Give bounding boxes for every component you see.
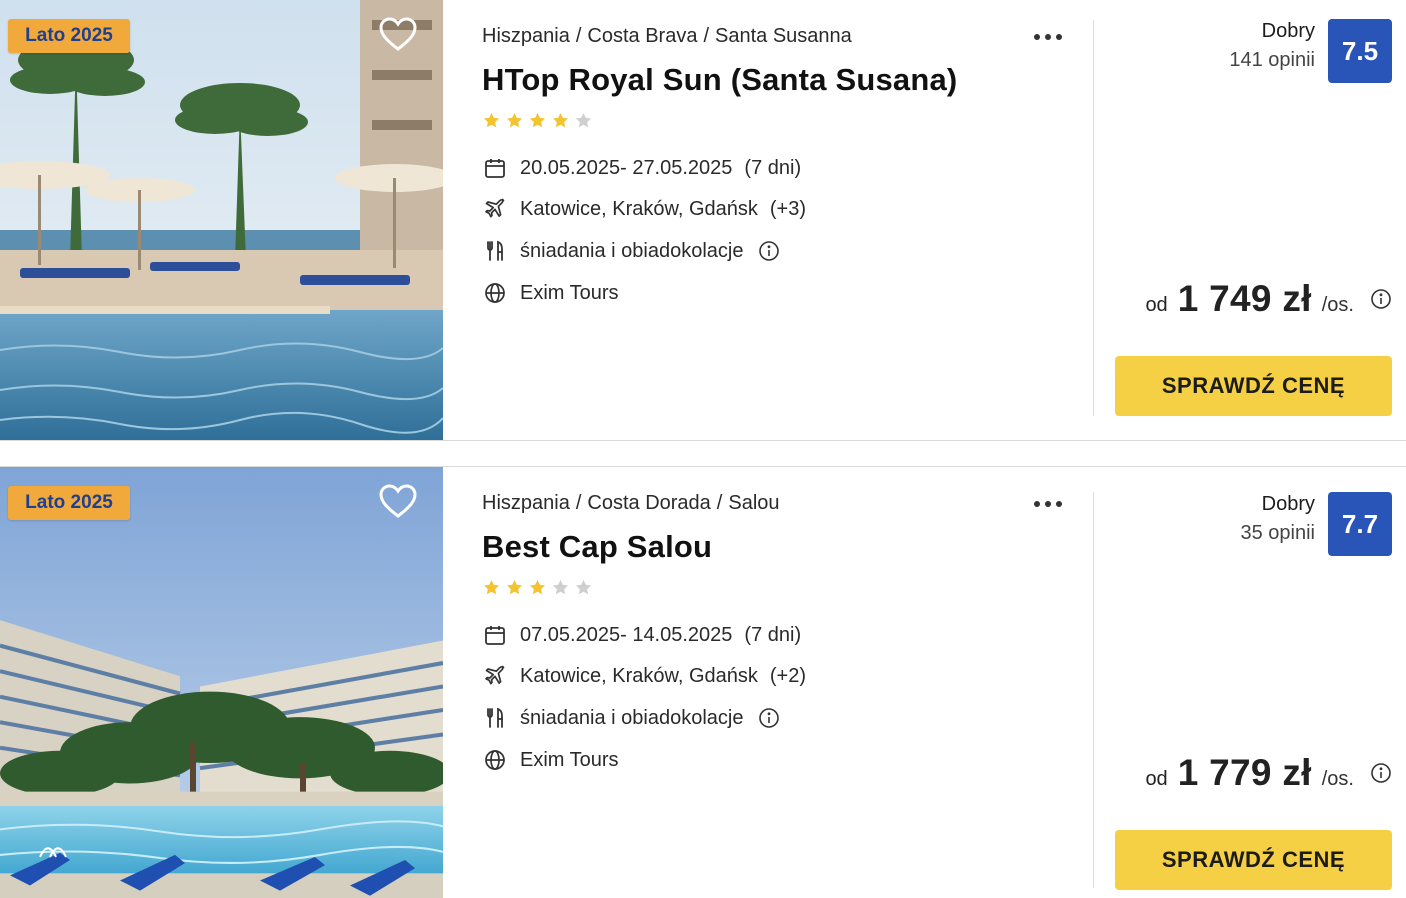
globe-icon [482,747,508,773]
location-breadcrumb: Hiszpania / Costa Brava / Santa Susanna [482,25,852,48]
trip-duration: (7 dni) [744,156,802,179]
rating-summary[interactable]: Dobry 141 opinii [1229,20,1315,72]
rating-label: Dobry [1261,20,1315,42]
price-unit: /os. [1321,768,1354,790]
star-filled-icon [506,579,523,595]
price-prefix: od [1145,768,1168,790]
column-divider [1093,20,1094,416]
operator-row: Exim Tours [482,280,619,306]
breadcrumb-separator: / [575,492,582,514]
airports-row: Katowice, Kraków, Gdańsk (+2) [482,663,806,689]
offer-info: Hiszpania / Costa Dorada / Salou Best Cap Sa… [482,467,1082,887]
info-icon[interactable] [758,240,780,262]
star-filled-icon [483,112,500,128]
price-unit: /os. [1321,294,1354,316]
price-block: od 1 779 zł /os. [1145,752,1392,794]
hotel-photo[interactable] [0,467,443,898]
heart-icon[interactable] [378,15,418,55]
breadcrumb-separator: / [703,25,710,47]
breadcrumb-separator: / [716,492,723,514]
departure-airports: Katowice, Kraków, Gdańsk [520,664,758,687]
hotel-stars [482,111,593,130]
tour-operator: Exim Tours [520,281,619,304]
star-filled-icon [529,112,546,128]
location-country[interactable]: Hiszpania [482,492,570,514]
check-price-button[interactable]: SPRAWDŹ CENĘ [1115,830,1392,890]
globe-icon [482,280,508,306]
offer-list: Lato 2025 Hiszpania / Costa Brava / Santa Su… [0,0,1406,898]
rating-score-badge: 7.7 [1328,492,1392,556]
board-type: śniadania i obiadokolacje [520,239,744,262]
info-icon[interactable] [1370,288,1392,310]
more-options-icon[interactable] [1028,489,1068,519]
heart-icon-shape [379,484,417,518]
more-airports[interactable]: (+3) [770,198,806,221]
board-row: śniadania i obiadokolacje [482,705,780,731]
star-empty-icon [552,579,569,595]
hotel-photo-image [0,0,443,440]
rating-score-badge: 7.5 [1328,19,1392,83]
star-empty-icon [575,112,592,128]
dates-row: 07.05.2025- 14.05.2025 (7 dni) [482,622,801,648]
card-separator [0,440,1406,441]
cutlery-icon [482,705,508,731]
more-options-icon[interactable] [1028,22,1068,52]
rating-label: Dobry [1261,493,1315,515]
offer-info: Hiszpania / Costa Brava / Santa Susanna HTop… [482,0,1082,420]
star-filled-icon [483,579,500,595]
review-count[interactable]: 141 opinii [1229,49,1315,72]
dates-row: 20.05.2025- 27.05.2025 (7 dni) [482,155,801,181]
airplane-icon [482,196,508,222]
offer-card[interactable]: Lato 2025 Hiszpania / Costa Dorada / Salou B… [0,467,1406,898]
tour-operator: Exim Tours [520,748,619,771]
operator-row: Exim Tours [482,747,619,773]
price-block: od 1 749 zł /os. [1145,278,1392,320]
airplane-icon [482,663,508,689]
location-city[interactable]: Salou [728,492,779,514]
hotel-stars [482,578,593,597]
travel-dates: 20.05.2025- 27.05.2025 [520,156,733,179]
offer-card[interactable]: Lato 2025 Hiszpania / Costa Brava / Santa Su… [0,0,1406,440]
info-icon[interactable] [1370,762,1392,784]
hotel-photo-image [0,467,443,898]
calendar-icon [482,622,508,648]
hotel-name[interactable]: HTop Royal Sun (Santa Susana) [482,62,957,98]
travel-dates: 07.05.2025- 14.05.2025 [520,623,733,646]
more-airports[interactable]: (+2) [770,665,806,688]
season-badge: Lato 2025 [8,486,130,520]
location-city[interactable]: Santa Susanna [715,25,852,47]
season-badge: Lato 2025 [8,19,130,53]
location-country[interactable]: Hiszpania [482,25,570,47]
airports-row: Katowice, Kraków, Gdańsk (+3) [482,196,806,222]
heart-icon-shape [379,17,417,51]
heart-icon[interactable] [378,482,418,522]
column-divider [1093,492,1094,888]
price-amount: 1 779 zł [1177,752,1312,793]
info-icon[interactable] [758,707,780,729]
star-empty-icon [575,579,592,595]
cutlery-icon [482,238,508,264]
trip-duration: (7 dni) [744,623,802,646]
star-filled-icon [506,112,523,128]
departure-airports: Katowice, Kraków, Gdańsk [520,197,758,220]
check-price-button[interactable]: SPRAWDŹ CENĘ [1115,356,1392,416]
board-row: śniadania i obiadokolacje [482,238,780,264]
star-filled-icon [552,112,569,128]
calendar-icon [482,155,508,181]
breadcrumb-separator: / [575,25,582,47]
location-region[interactable]: Costa Dorada [587,492,710,514]
rating-summary[interactable]: Dobry 35 opinii [1240,493,1315,545]
location-region[interactable]: Costa Brava [587,25,697,47]
price-amount: 1 749 zł [1177,278,1312,319]
review-count[interactable]: 35 opinii [1240,522,1315,545]
hotel-photo[interactable] [0,0,443,440]
board-type: śniadania i obiadokolacje [520,706,744,729]
location-breadcrumb: Hiszpania / Costa Dorada / Salou [482,492,780,515]
star-filled-icon [529,579,546,595]
price-prefix: od [1145,294,1168,316]
hotel-name[interactable]: Best Cap Salou [482,529,712,565]
